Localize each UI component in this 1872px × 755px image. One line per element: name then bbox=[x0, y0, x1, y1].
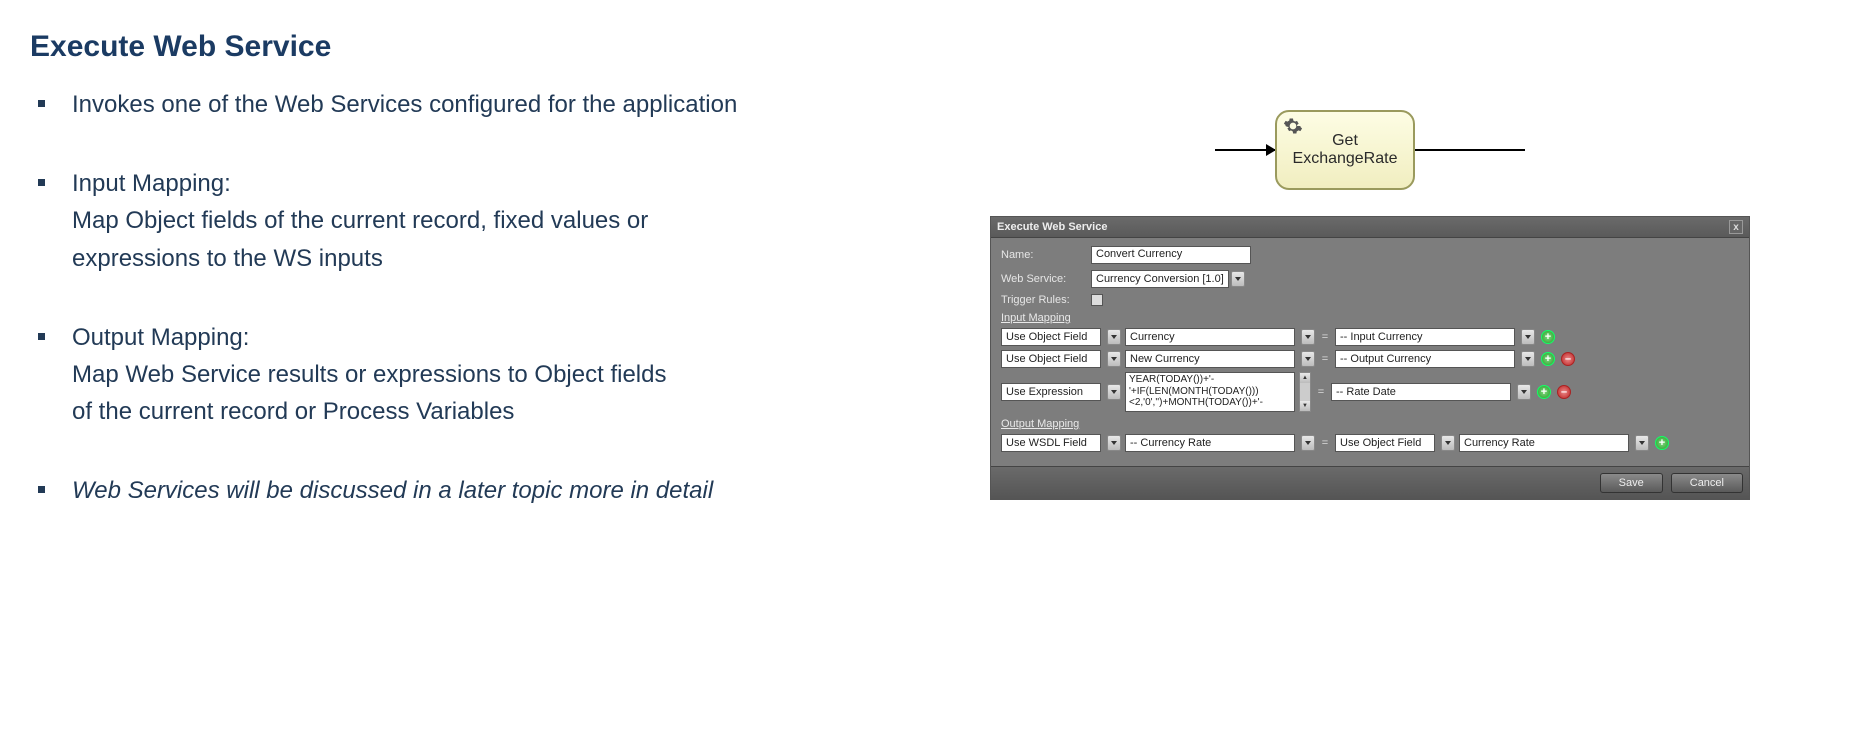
web-service-value: Currency Conversion [1.0] bbox=[1096, 273, 1224, 285]
chevron-down-icon[interactable] bbox=[1521, 329, 1535, 345]
bullet-3-line2: of the current record or Process Variabl… bbox=[72, 393, 930, 430]
chevron-down-icon[interactable] bbox=[1521, 351, 1535, 367]
bullet-1: Invokes one of the Web Services configur… bbox=[30, 86, 930, 123]
name-input[interactable]: Convert Currency bbox=[1091, 246, 1251, 264]
scroll-down-icon[interactable]: ▼ bbox=[1300, 401, 1310, 411]
out1-source-type-select[interactable]: Use WSDL Field bbox=[1001, 434, 1101, 452]
gear-icon bbox=[1283, 116, 1303, 141]
dialog-title: Execute Web Service bbox=[997, 221, 1107, 233]
add-row-button[interactable]: + bbox=[1537, 385, 1551, 399]
web-service-select[interactable]: Currency Conversion [1.0] bbox=[1091, 270, 1229, 288]
input-mapping-row-2: Use Object Field New Currency = -- Outpu… bbox=[1001, 350, 1739, 368]
output-mapping-row-1: Use WSDL Field -- Currency Rate = Use Ob… bbox=[1001, 434, 1739, 452]
chevron-down-icon[interactable] bbox=[1301, 435, 1315, 451]
in2-source-type-select[interactable]: Use Object Field bbox=[1001, 350, 1101, 368]
bullet-2-line1: Map Object fields of the current record,… bbox=[72, 202, 930, 239]
flow-node-group: Get ExchangeRate bbox=[990, 110, 1750, 190]
save-button[interactable]: Save bbox=[1600, 473, 1663, 493]
bullet-3-line1: Map Web Service results or expressions t… bbox=[72, 356, 930, 393]
chevron-down-icon[interactable] bbox=[1635, 435, 1649, 451]
chevron-down-icon[interactable] bbox=[1231, 271, 1245, 287]
cancel-button[interactable]: Cancel bbox=[1671, 473, 1743, 493]
bullet-3-head: Output Mapping: bbox=[72, 319, 930, 356]
chevron-down-icon[interactable] bbox=[1441, 435, 1455, 451]
chevron-down-icon[interactable] bbox=[1107, 351, 1121, 367]
slide-title: Execute Web Service bbox=[30, 30, 930, 64]
arrow-in-icon bbox=[1215, 149, 1275, 151]
in3-expression-textarea[interactable]: YEAR(TODAY())+'-'+IF(LEN(MONTH(TODAY()))… bbox=[1125, 372, 1295, 412]
equals-icon: = bbox=[1315, 386, 1327, 398]
bullet-2: Input Mapping: Map Object fields of the … bbox=[30, 165, 930, 277]
chevron-down-icon[interactable] bbox=[1517, 384, 1531, 400]
add-row-button[interactable]: + bbox=[1541, 330, 1555, 344]
bullet-4-text: Web Services will be discussed in a late… bbox=[72, 477, 713, 504]
in1-target-select[interactable]: -- Input Currency bbox=[1335, 328, 1515, 346]
chevron-down-icon[interactable] bbox=[1107, 384, 1121, 400]
scrollbar[interactable]: ▲▼ bbox=[1299, 372, 1311, 412]
output-mapping-header: Output Mapping bbox=[1001, 418, 1739, 430]
trigger-rules-label: Trigger Rules: bbox=[1001, 294, 1091, 306]
add-row-button[interactable]: + bbox=[1655, 436, 1669, 450]
equals-icon: = bbox=[1319, 331, 1331, 343]
close-button[interactable]: x bbox=[1729, 220, 1743, 234]
delete-row-button[interactable]: – bbox=[1557, 385, 1571, 399]
out1-source-value-select[interactable]: -- Currency Rate bbox=[1125, 434, 1295, 452]
in2-target-select[interactable]: -- Output Currency bbox=[1335, 350, 1515, 368]
chevron-down-icon[interactable] bbox=[1107, 435, 1121, 451]
add-row-button[interactable]: + bbox=[1541, 352, 1555, 366]
in2-source-value-select[interactable]: New Currency bbox=[1125, 350, 1295, 368]
web-service-label: Web Service: bbox=[1001, 273, 1091, 285]
scroll-up-icon[interactable]: ▲ bbox=[1300, 373, 1310, 383]
input-mapping-row-3: Use Expression YEAR(TODAY())+'-'+IF(LEN(… bbox=[1001, 372, 1739, 412]
input-mapping-row-1: Use Object Field Currency = -- Input Cur… bbox=[1001, 328, 1739, 346]
in1-source-type-select[interactable]: Use Object Field bbox=[1001, 328, 1101, 346]
equals-icon: = bbox=[1319, 437, 1331, 449]
input-mapping-header: Input Mapping bbox=[1001, 312, 1739, 324]
arrow-out-icon bbox=[1415, 149, 1525, 151]
equals-icon: = bbox=[1319, 353, 1331, 365]
trigger-rules-checkbox[interactable] bbox=[1091, 294, 1103, 306]
chevron-down-icon[interactable] bbox=[1301, 329, 1315, 345]
flow-node-line2: ExchangeRate bbox=[1293, 150, 1398, 168]
in3-target-select[interactable]: -- Rate Date bbox=[1331, 383, 1511, 401]
out1-target-value-select[interactable]: Currency Rate bbox=[1459, 434, 1629, 452]
bullet-1-text: Invokes one of the Web Services configur… bbox=[72, 91, 737, 118]
chevron-down-icon[interactable] bbox=[1107, 329, 1121, 345]
in3-source-type-select[interactable]: Use Expression bbox=[1001, 383, 1101, 401]
bullet-4: Web Services will be discussed in a late… bbox=[30, 472, 930, 509]
bullet-2-line2: expressions to the WS inputs bbox=[72, 240, 930, 277]
in1-source-value-select[interactable]: Currency bbox=[1125, 328, 1295, 346]
execute-web-service-dialog: Execute Web Service x Name: Convert Curr… bbox=[990, 216, 1750, 500]
flow-node-line1: Get bbox=[1332, 132, 1358, 150]
bullet-2-head: Input Mapping: bbox=[72, 165, 930, 202]
delete-row-button[interactable]: – bbox=[1561, 352, 1575, 366]
bullet-3: Output Mapping: Map Web Service results … bbox=[30, 319, 930, 431]
flow-node: Get ExchangeRate bbox=[1275, 110, 1415, 190]
name-label: Name: bbox=[1001, 249, 1091, 261]
out1-target-type-select[interactable]: Use Object Field bbox=[1335, 434, 1435, 452]
chevron-down-icon[interactable] bbox=[1301, 351, 1315, 367]
